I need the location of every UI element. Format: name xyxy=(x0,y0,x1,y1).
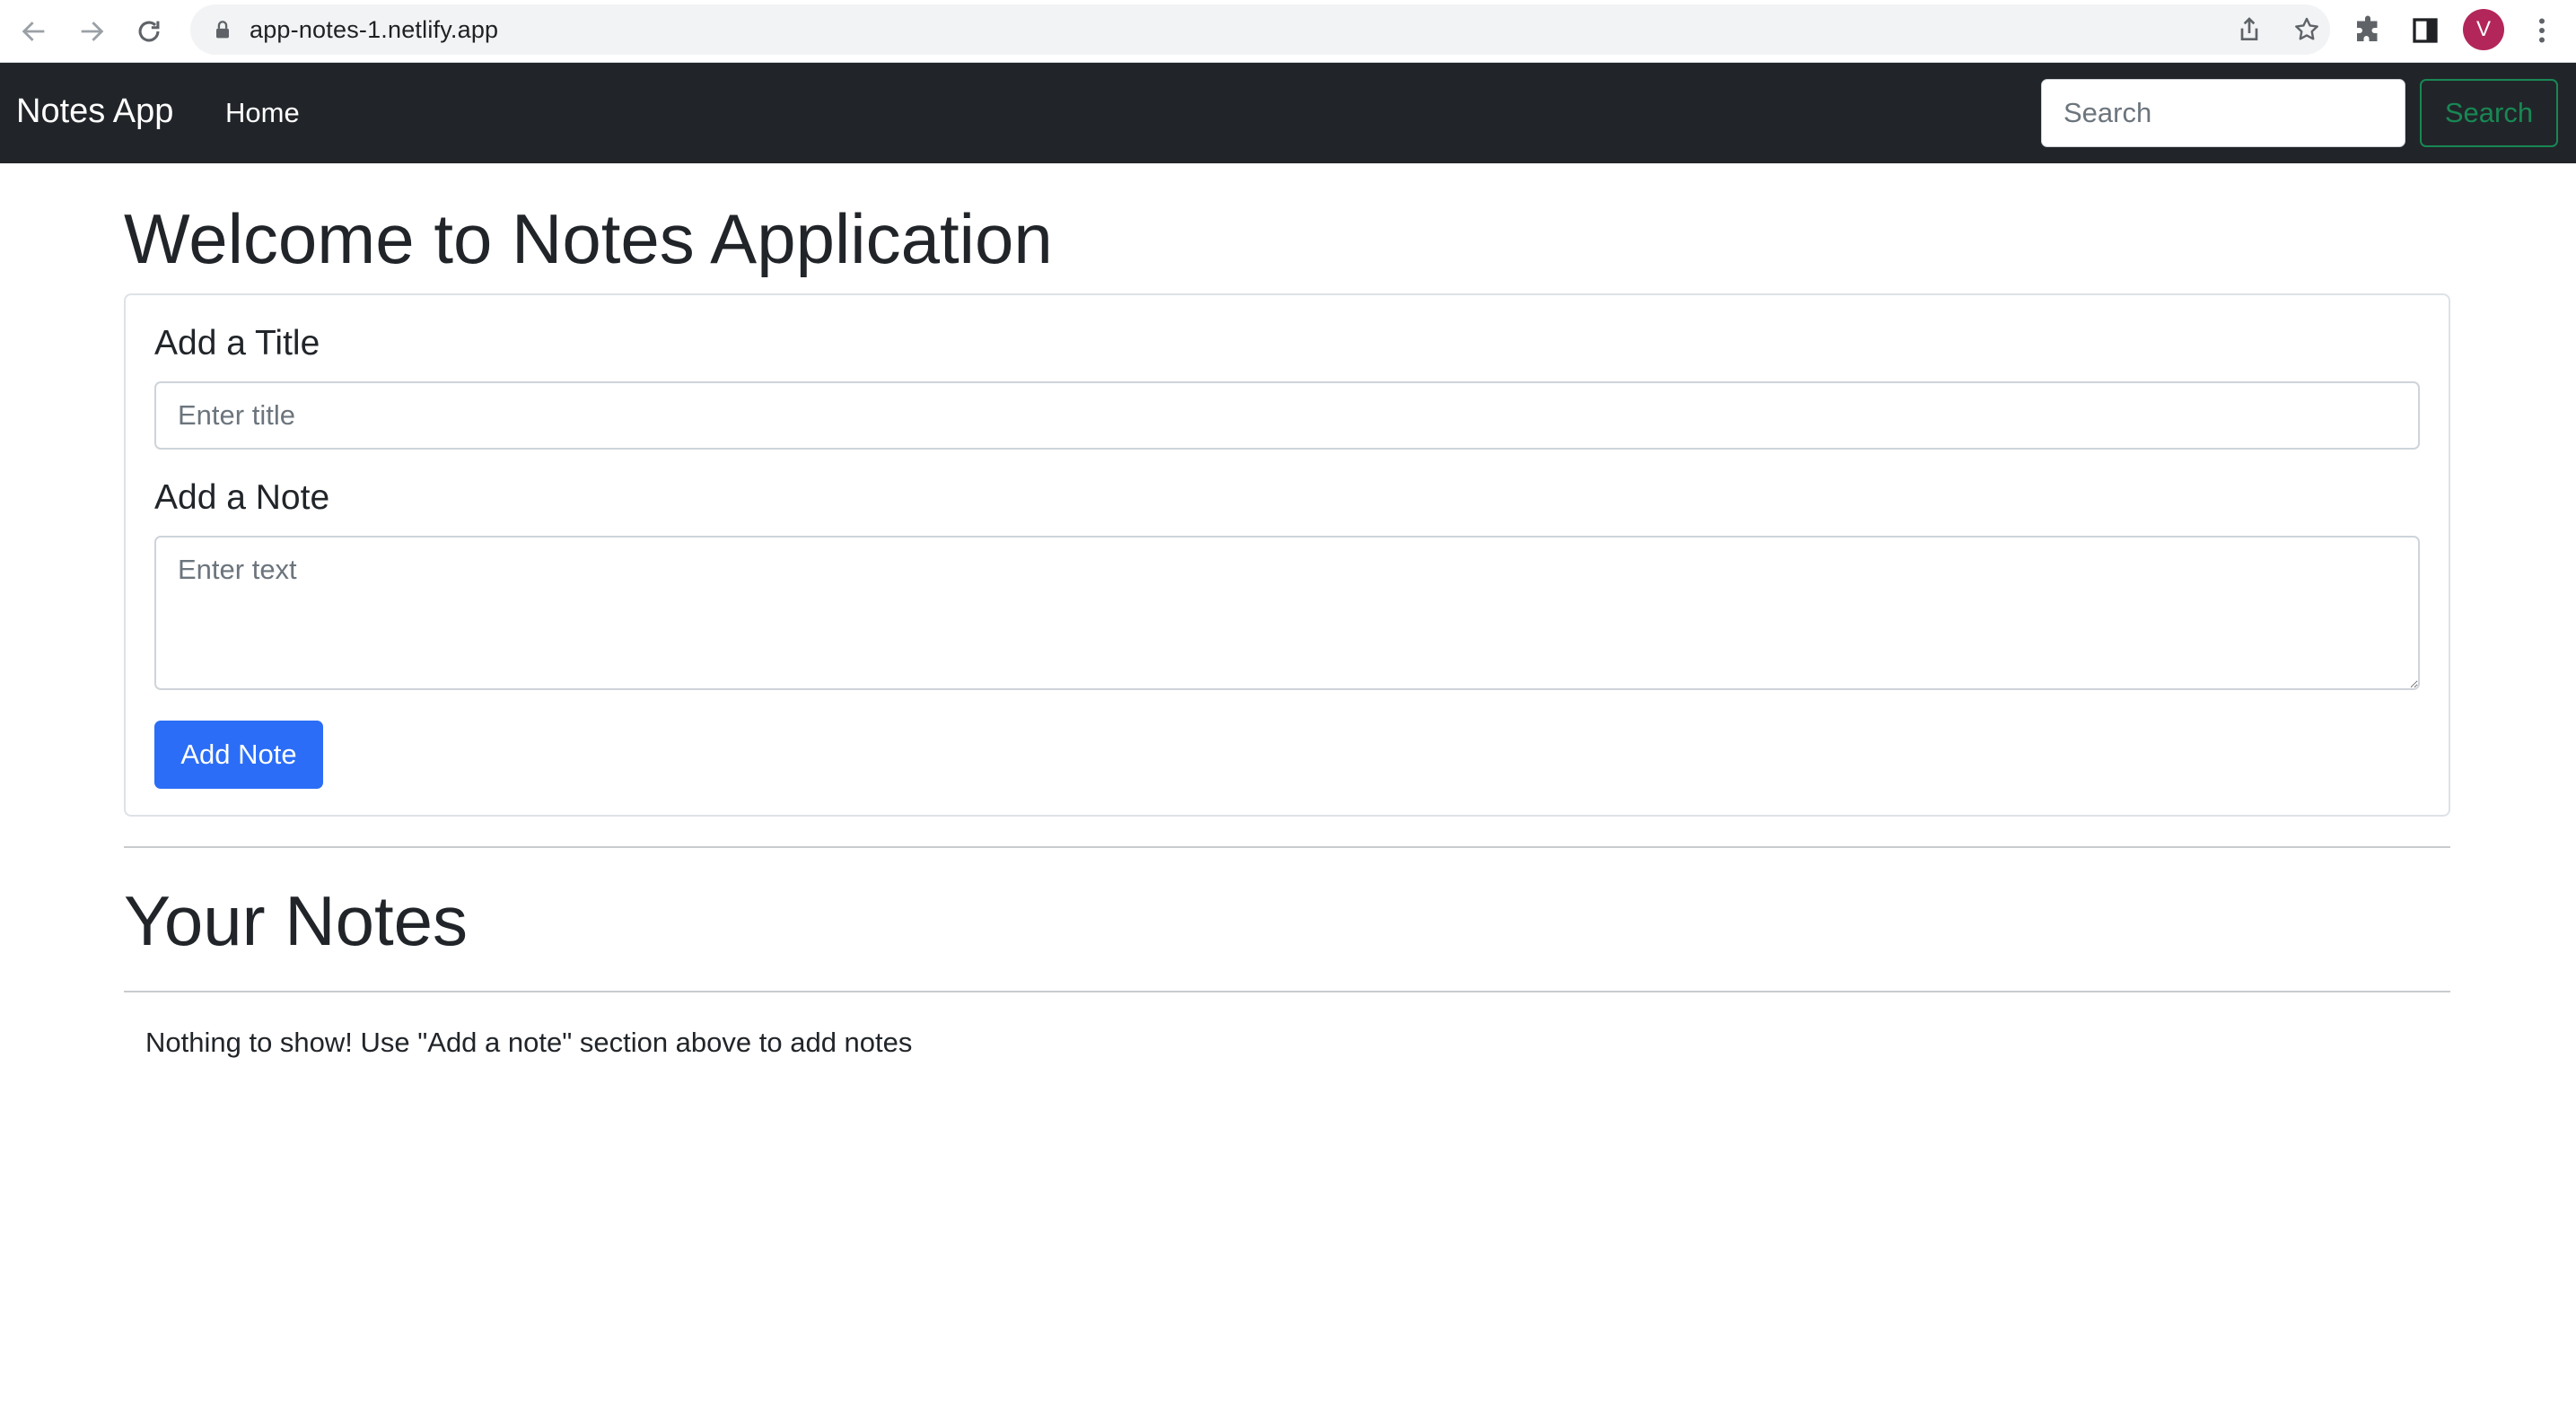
brand-link[interactable]: Notes App xyxy=(16,90,173,133)
add-note-button[interactable]: Add Note xyxy=(154,721,323,789)
notes-divider xyxy=(124,991,2450,992)
reload-button[interactable] xyxy=(129,12,169,51)
note-label: Add a Note xyxy=(154,478,330,517)
title-input[interactable] xyxy=(154,381,2420,450)
nav-home-link[interactable]: Home xyxy=(225,95,300,131)
star-icon[interactable] xyxy=(2292,15,2321,44)
browser-toolbar: app-notes-1.netlify.app V xyxy=(0,0,2576,63)
arrow-right-icon xyxy=(81,22,104,41)
side-panel-icon[interactable] xyxy=(2409,14,2441,47)
app-navbar: Notes App Home Search xyxy=(0,63,2576,163)
forward-button[interactable] xyxy=(72,12,111,51)
lock-icon xyxy=(216,21,229,39)
address-bar[interactable]: app-notes-1.netlify.app xyxy=(190,4,2330,55)
share-icon[interactable] xyxy=(2235,15,2264,44)
back-button[interactable] xyxy=(14,12,54,51)
add-note-card: Add a Title Add a Note Add Note xyxy=(124,293,2450,817)
search-button[interactable]: Search xyxy=(2420,79,2558,147)
section-divider xyxy=(124,846,2450,848)
notes-heading: Your Notes xyxy=(124,881,469,960)
extensions-puzzle-icon[interactable] xyxy=(2352,14,2384,47)
note-textarea[interactable] xyxy=(154,536,2420,690)
profile-avatar[interactable]: V xyxy=(2463,9,2504,50)
page-title: Welcome to Notes Application xyxy=(124,199,1053,278)
url-text: app-notes-1.netlify.app xyxy=(250,16,499,43)
title-label: Add a Title xyxy=(154,324,320,363)
empty-notes-message: Nothing to show! Use "Add a note" sectio… xyxy=(145,1027,913,1058)
kebab-menu-icon[interactable] xyxy=(2526,14,2558,47)
reload-icon xyxy=(138,21,160,42)
arrow-left-icon xyxy=(22,22,45,41)
search-input[interactable] xyxy=(2041,79,2405,147)
